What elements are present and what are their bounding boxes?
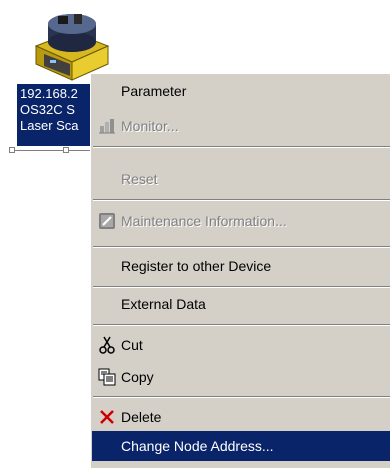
menu-item-reset[interactable]: Reset: [92, 162, 390, 196]
menu-item-label: Delete: [121, 409, 162, 425]
menu-item-cut[interactable]: Cut: [92, 328, 390, 362]
menu-separator: [93, 199, 390, 201]
menu-separator: [93, 146, 390, 148]
copy-icon: [98, 368, 116, 386]
connection-handle[interactable]: [9, 147, 15, 153]
device-label-line-model: OS32C S: [20, 102, 75, 117]
menu-item-label: Monitor...: [121, 118, 179, 134]
menu-item-label: Cut: [121, 337, 143, 353]
menu-item-monitor[interactable]: Monitor...: [92, 109, 390, 143]
menu-item-copy[interactable]: Copy: [92, 360, 390, 394]
menu-item-parameter[interactable]: Parameter: [92, 74, 390, 108]
menu-separator: [93, 246, 390, 248]
menu-item-label: Maintenance Information...: [121, 213, 287, 229]
menu-item-label: Change Node Address...: [121, 438, 274, 454]
connection-line: [12, 150, 102, 151]
menu-item-label: External Data: [121, 296, 206, 312]
menu-item-label: Reset: [121, 171, 158, 187]
maintenance-icon: [98, 212, 116, 230]
menu-item-label: Copy: [121, 369, 154, 385]
device-label-line-ip: 192.168.2: [20, 86, 78, 101]
menu-separator: [93, 324, 390, 326]
menu-item-register-to-other-device[interactable]: Register to other Device: [92, 249, 390, 283]
connection-handle[interactable]: [63, 147, 69, 153]
laser-scanner-device-icon[interactable]: [30, 2, 114, 82]
menu-item-change-node-address[interactable]: Change Node Address...: [92, 431, 390, 461]
monitor-icon: [98, 117, 116, 135]
context-menu: Parameter Monitor... Reset Maintenance I…: [90, 73, 390, 468]
menu-item-delete[interactable]: Delete: [92, 400, 390, 434]
menu-item-external-data[interactable]: External Data: [92, 287, 390, 321]
device-label[interactable]: 192.168.2 OS32C S Laser Sca: [17, 84, 99, 146]
scissors-icon: [98, 336, 116, 354]
menu-item-maintenance-information[interactable]: Maintenance Information...: [92, 204, 390, 238]
menu-item-label: Parameter: [121, 83, 187, 99]
delete-x-icon: [98, 408, 116, 426]
menu-separator: [93, 396, 390, 398]
menu-item-label: Register to other Device: [121, 258, 272, 274]
device-label-line-type: Laser Sca: [20, 118, 79, 133]
